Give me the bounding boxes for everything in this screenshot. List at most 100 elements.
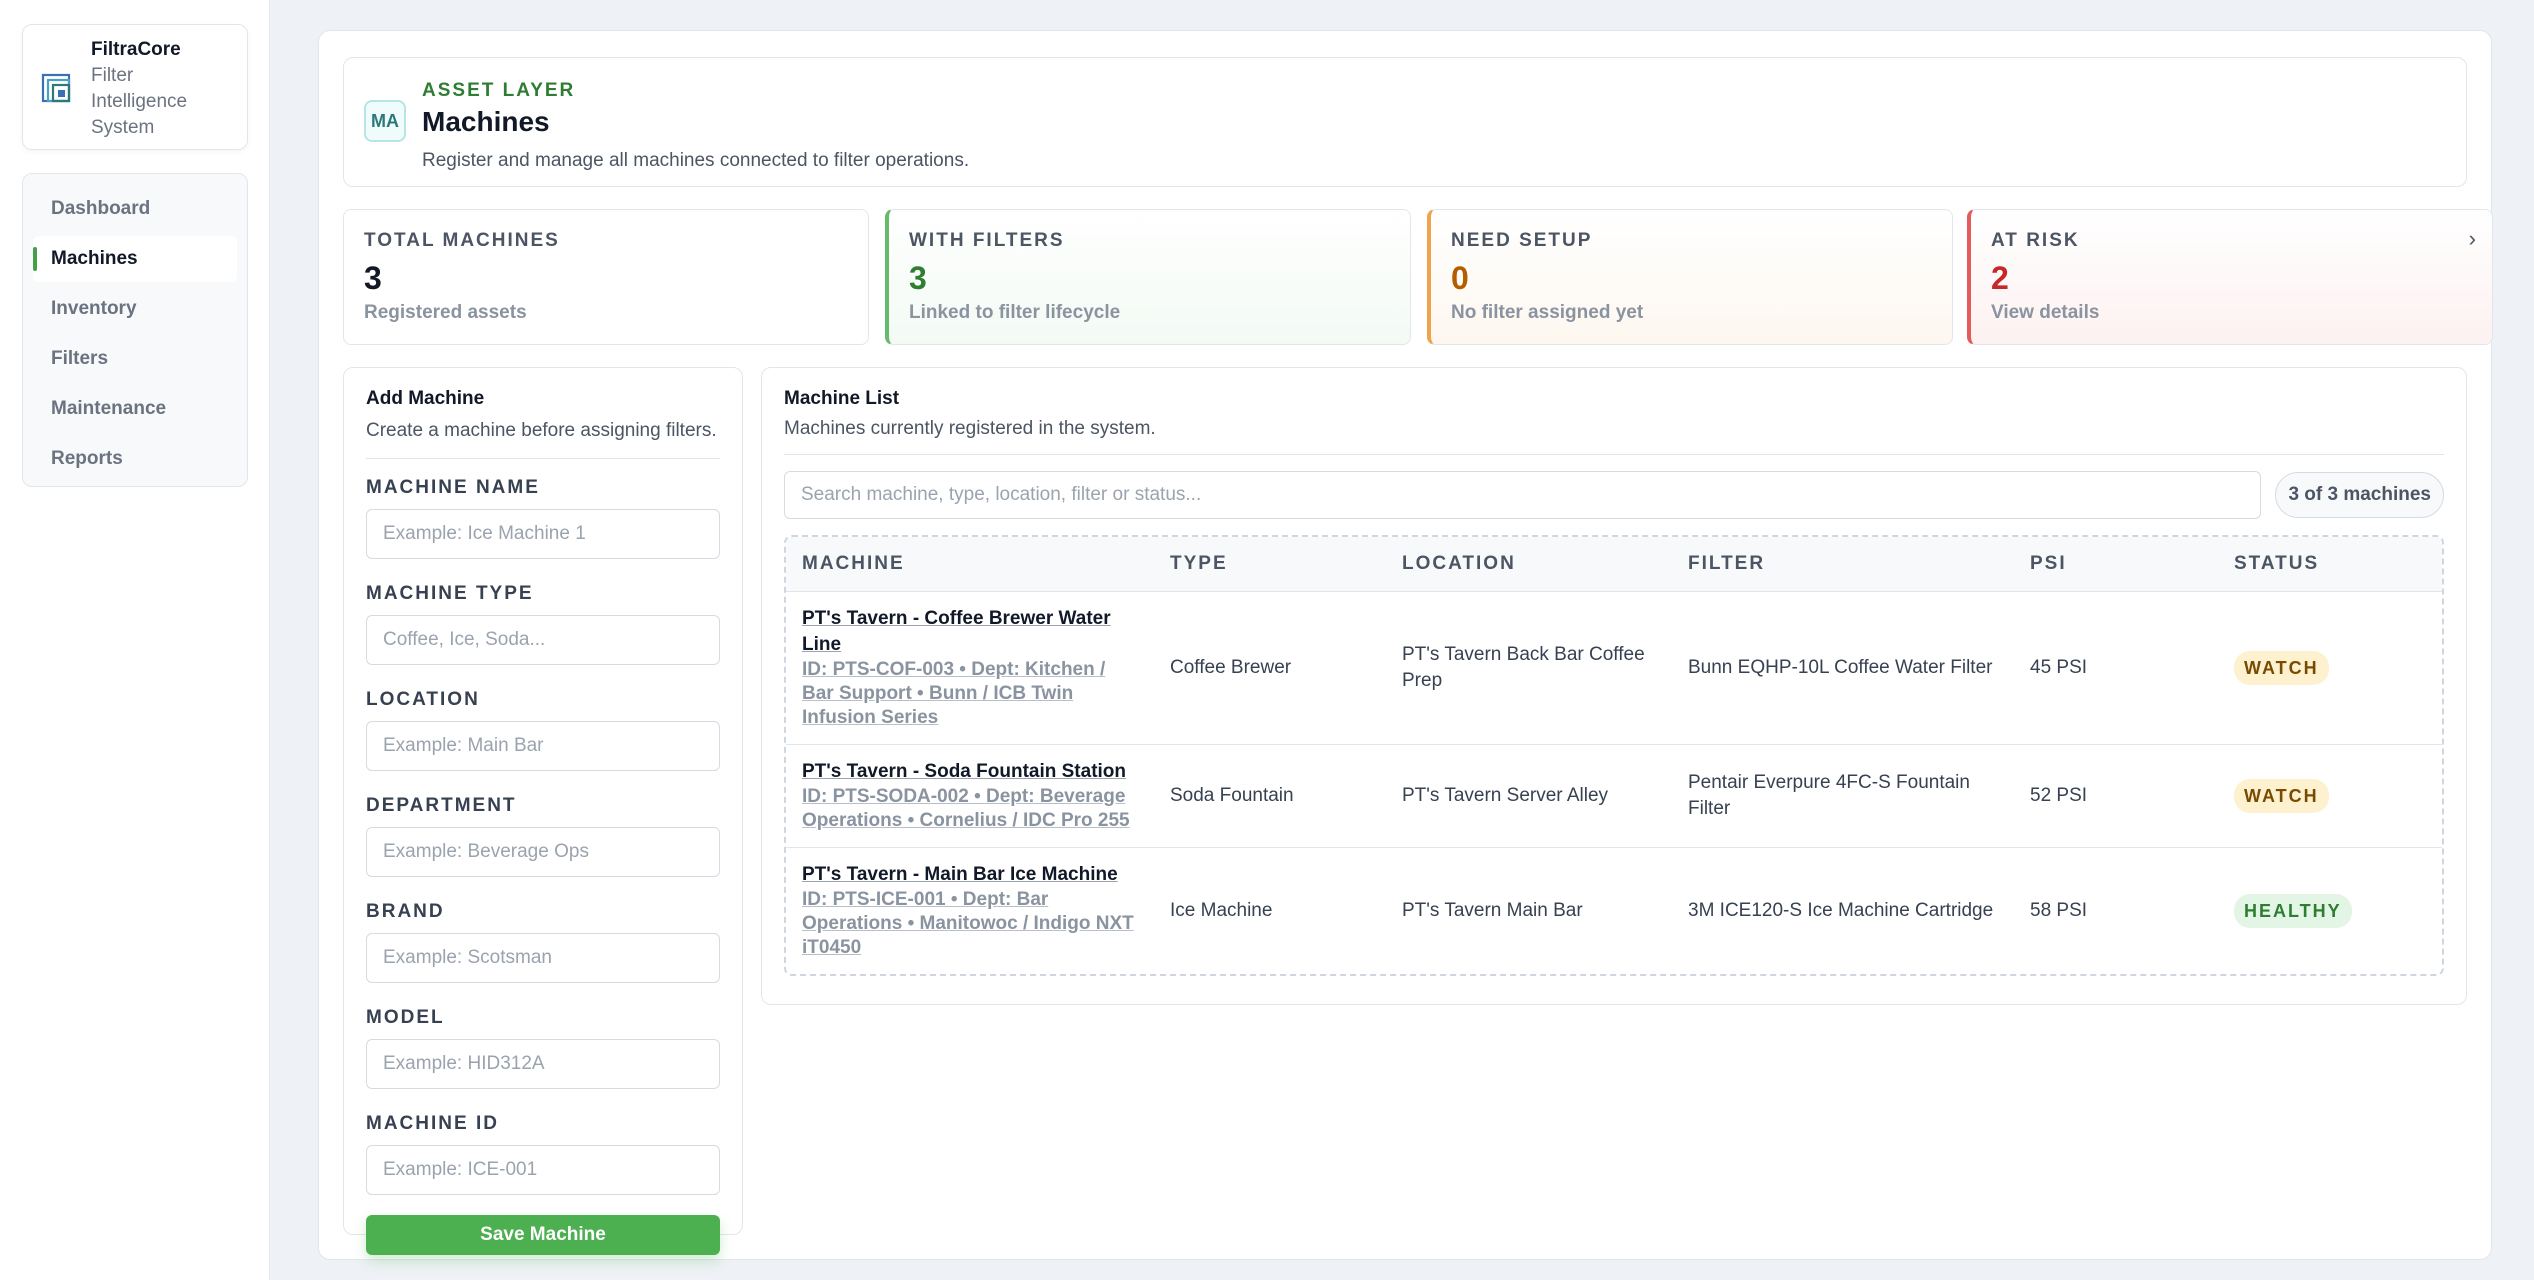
stat-view-details-link[interactable]: View details xyxy=(1991,302,2472,324)
field-label: BRAND xyxy=(366,901,445,922)
table-row[interactable]: PT's Tavern - Coffee Brewer Water Line I… xyxy=(786,591,2442,745)
table-row[interactable]: PT's Tavern - Soda Fountain Station ID: … xyxy=(786,744,2442,848)
brand-name: FiltraCore xyxy=(91,39,181,60)
field-label: DEPARTMENT xyxy=(366,795,517,816)
page-badge: MA xyxy=(364,100,406,142)
filter-cell: 3M ICE120-S Ice Machine Cartridge xyxy=(1688,899,1994,921)
machine-cell: PT's Tavern - Soda Fountain Station ID: … xyxy=(786,744,1154,848)
location-cell: PT's Tavern Main Bar xyxy=(1402,899,1583,921)
column-header-type: TYPE xyxy=(1154,537,1386,592)
page-title: Machines xyxy=(422,106,550,137)
add-machine-form: Add Machine Create a machine before assi… xyxy=(343,367,743,1255)
chevron-right-icon[interactable]: › xyxy=(2469,226,2476,252)
form-title: Add Machine xyxy=(366,388,485,409)
sidebar: FiltraCore Filter Intelligence System Da… xyxy=(0,0,270,1280)
status-badge: HEALTHY xyxy=(2234,893,2352,928)
location-cell: PT's Tavern Back Bar Coffee Prep xyxy=(1386,591,1672,745)
column-header-status: STATUS xyxy=(2218,537,2442,592)
status-cell: WATCH xyxy=(2218,744,2442,848)
page-header: MA ASSET LAYER Machines Register and man… xyxy=(343,57,2467,187)
divider xyxy=(784,454,2444,455)
department-input[interactable] xyxy=(366,827,720,877)
stat-label: AT RISK xyxy=(1991,230,2080,251)
field-label: MODEL xyxy=(366,1007,445,1028)
model-input[interactable] xyxy=(366,1039,720,1089)
brand-subtitle-line: Intelligence xyxy=(91,91,188,112)
brand-input[interactable] xyxy=(366,933,720,983)
machine-id-input[interactable] xyxy=(366,1145,720,1195)
brand-subtitle-line: Filter xyxy=(91,65,134,86)
type-cell: Coffee Brewer xyxy=(1154,591,1386,745)
filtracore-logo-icon xyxy=(41,73,71,103)
column-header-location: LOCATION xyxy=(1386,537,1672,592)
column-header-filter: FILTER xyxy=(1672,537,2014,592)
status-badge: WATCH xyxy=(2234,778,2329,813)
psi-cell: 45 PSI xyxy=(2014,591,2218,745)
field-label: MACHINE TYPE xyxy=(366,583,534,604)
type-cell: Ice Machine xyxy=(1170,899,1273,921)
machine-name-link[interactable]: PT's Tavern - Main Bar Ice Machine xyxy=(802,862,1138,888)
brand-subtitle-line: System xyxy=(91,117,155,138)
field-label: MACHINE NAME xyxy=(366,477,540,498)
list-description: Machines currently registered in the sys… xyxy=(784,418,1156,439)
machine-table: MACHINE TYPE LOCATION FILTER PSI STATUS … xyxy=(786,537,2442,974)
stat-value: 3 xyxy=(364,260,382,296)
stat-label: TOTAL MACHINES xyxy=(364,230,560,251)
sidebar-nav: Dashboard Machines Inventory Filters Mai… xyxy=(22,173,248,487)
stat-note: Registered assets xyxy=(364,302,527,323)
column-header-machine: MACHINE xyxy=(786,537,1154,592)
machine-list: Machine List Machines currently register… xyxy=(761,367,2467,1005)
form-description: Create a machine before assigning filter… xyxy=(366,420,717,441)
machine-meta-link[interactable]: ID: PTS-SODA-002 • Dept: Beverage Operat… xyxy=(802,785,1138,833)
save-machine-button[interactable]: Save Machine xyxy=(366,1215,720,1255)
location-cell: PT's Tavern Server Alley xyxy=(1386,744,1672,848)
stat-need-setup: NEED SETUP 0 No filter assigned yet xyxy=(1427,209,1953,345)
stat-label: WITH FILTERS xyxy=(909,230,1065,251)
stat-with-filters: WITH FILTERS 3 Linked to filter lifecycl… xyxy=(885,209,1411,345)
location-input[interactable] xyxy=(366,721,720,771)
machine-cell: PT's Tavern - Coffee Brewer Water Line I… xyxy=(786,591,1154,745)
sidebar-item-machines[interactable]: Machines xyxy=(33,236,237,282)
stat-at-risk[interactable]: AT RISK 2 View details › xyxy=(1967,209,2493,345)
machine-name-link[interactable]: PT's Tavern - Soda Fountain Station xyxy=(802,759,1138,785)
stat-total-machines: TOTAL MACHINES 3 Registered assets xyxy=(343,209,869,345)
stat-value: 3 xyxy=(909,260,927,296)
stat-note: Linked to filter lifecycle xyxy=(909,302,1121,323)
type-cell: Soda Fountain xyxy=(1154,744,1386,848)
status-cell: WATCH xyxy=(2218,591,2442,745)
table-row[interactable]: PT's Tavern - Main Bar Ice Machine ID: P… xyxy=(786,847,2442,974)
sidebar-item-reports[interactable]: Reports xyxy=(33,436,237,482)
sidebar-item-dashboard[interactable]: Dashboard xyxy=(33,186,237,232)
field-label: MACHINE ID xyxy=(366,1113,499,1134)
psi-cell: 58 PSI xyxy=(2030,899,2088,921)
psi-cell: 52 PSI xyxy=(2014,744,2218,848)
field-label: LOCATION xyxy=(366,689,480,710)
brand-card: FiltraCore Filter Intelligence System xyxy=(22,24,248,150)
filter-cell: Bunn EQHP-10L Coffee Water Filter xyxy=(1672,591,2014,745)
machine-name-input[interactable] xyxy=(366,509,720,559)
page-kicker: ASSET LAYER xyxy=(422,80,576,101)
search-row: 3 of 3 machines xyxy=(784,471,2444,519)
sidebar-item-maintenance[interactable]: Maintenance xyxy=(33,386,237,432)
machine-name-link[interactable]: PT's Tavern - Coffee Brewer Water Line xyxy=(802,606,1138,658)
column-header-psi: PSI xyxy=(2014,537,2218,592)
divider xyxy=(366,458,720,459)
stat-value: 0 xyxy=(1451,260,1469,296)
status-badge: WATCH xyxy=(2234,650,2329,685)
machine-cell: PT's Tavern - Main Bar Ice Machine ID: P… xyxy=(786,847,1154,974)
table-header-row: MACHINE TYPE LOCATION FILTER PSI STATUS xyxy=(786,537,2442,592)
stat-label: NEED SETUP xyxy=(1451,230,1593,251)
machine-count-badge: 3 of 3 machines xyxy=(2275,472,2444,518)
stat-value: 2 xyxy=(1991,260,2009,296)
machine-type-input[interactable] xyxy=(366,615,720,665)
sidebar-item-inventory[interactable]: Inventory xyxy=(33,286,237,332)
sidebar-item-filters[interactable]: Filters xyxy=(33,336,237,382)
machine-meta-link[interactable]: ID: PTS-COF-003 • Dept: Kitchen / Bar Su… xyxy=(802,658,1138,730)
machine-meta-link[interactable]: ID: PTS-ICE-001 • Dept: Bar Operations •… xyxy=(802,888,1138,960)
machine-search-input[interactable] xyxy=(784,471,2262,519)
main-panel: MA ASSET LAYER Machines Register and man… xyxy=(318,30,2493,1260)
stat-note: No filter assigned yet xyxy=(1451,302,1644,323)
status-cell: HEALTHY xyxy=(2218,847,2442,974)
machine-table-wrapper: MACHINE TYPE LOCATION FILTER PSI STATUS … xyxy=(784,535,2444,976)
list-title: Machine List xyxy=(784,388,900,409)
